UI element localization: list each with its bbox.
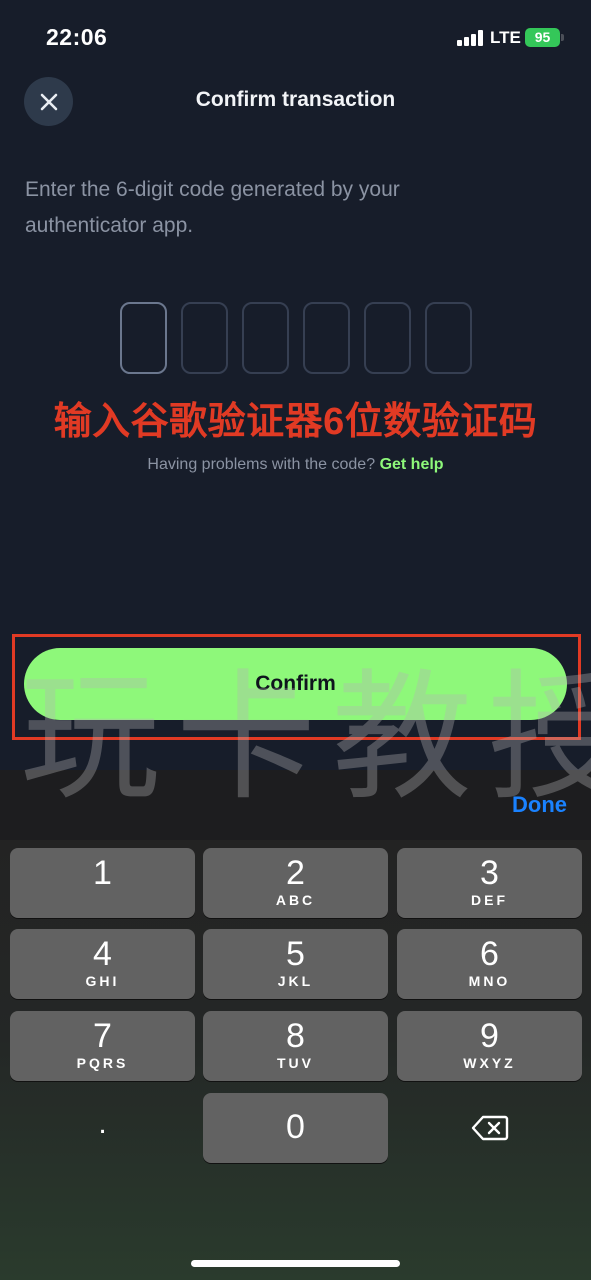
home-indicator xyxy=(191,1260,400,1267)
code-digit-1[interactable] xyxy=(120,302,167,374)
confirm-button[interactable]: Confirm xyxy=(24,648,567,720)
help-line: Having problems with the code? Get help xyxy=(0,456,591,474)
key-9[interactable]: 9 WXYZ xyxy=(397,1011,582,1081)
done-button[interactable]: Done xyxy=(512,792,567,818)
key-number: 7 xyxy=(93,1017,112,1055)
status-time: 22:06 xyxy=(46,24,108,50)
key-6[interactable]: 6 MNO xyxy=(397,929,582,999)
key-number: 5 xyxy=(286,935,305,973)
key-dot[interactable]: . xyxy=(10,1093,195,1163)
help-question: Having problems with the code? xyxy=(147,456,376,473)
code-digit-2[interactable] xyxy=(181,302,228,374)
key-letters: GHI xyxy=(85,973,120,989)
key-4[interactable]: 4 GHI xyxy=(10,929,195,999)
battery-nub xyxy=(561,34,564,41)
key-letters: TUV xyxy=(277,1055,314,1071)
key-number: 9 xyxy=(480,1017,499,1055)
key-8[interactable]: 8 TUV xyxy=(203,1011,388,1081)
key-letters: JKL xyxy=(277,973,314,989)
key-0[interactable]: 0 xyxy=(203,1093,388,1163)
code-digit-4[interactable] xyxy=(303,302,350,374)
key-letters: MNO xyxy=(468,973,511,989)
keyboard-toolbar: Done xyxy=(0,770,591,840)
key-number: 2 xyxy=(286,854,305,892)
key-number: 4 xyxy=(93,935,112,973)
code-input[interactable] xyxy=(120,302,472,374)
get-help-link[interactable]: Get help xyxy=(380,456,444,473)
key-2[interactable]: 2 ABC xyxy=(203,848,388,918)
key-number: 6 xyxy=(480,935,499,973)
key-number: 0 xyxy=(286,1108,305,1146)
key-3[interactable]: 3 DEF xyxy=(397,848,582,918)
status-bar: 22:06 LTE 95 xyxy=(0,0,591,76)
key-letters: PQRS xyxy=(76,1055,129,1071)
network-type: LTE xyxy=(490,28,521,47)
key-number: 8 xyxy=(286,1017,305,1055)
key-5[interactable]: 5 JKL xyxy=(203,929,388,999)
key-letters: ABC xyxy=(275,892,316,908)
signal-icon xyxy=(457,30,485,46)
key-number: 1 xyxy=(93,854,112,892)
code-digit-3[interactable] xyxy=(242,302,289,374)
page-title: Confirm transaction xyxy=(195,88,396,111)
code-digit-5[interactable] xyxy=(364,302,411,374)
key-number: 3 xyxy=(480,854,499,892)
instructions-text: Enter the 6-digit code generated by your… xyxy=(25,178,400,237)
backspace-button[interactable] xyxy=(397,1093,582,1163)
key-letters: DEF xyxy=(471,892,508,908)
key-7[interactable]: 7 PQRS xyxy=(10,1011,195,1081)
annotation-text: 输入谷歌验证器6位数验证码 xyxy=(53,401,538,443)
backspace-icon xyxy=(471,1115,508,1141)
key-1[interactable]: 1 xyxy=(10,848,195,918)
key-letters: WXYZ xyxy=(463,1055,516,1071)
code-digit-6[interactable] xyxy=(425,302,472,374)
battery-icon: 95 xyxy=(525,28,560,47)
